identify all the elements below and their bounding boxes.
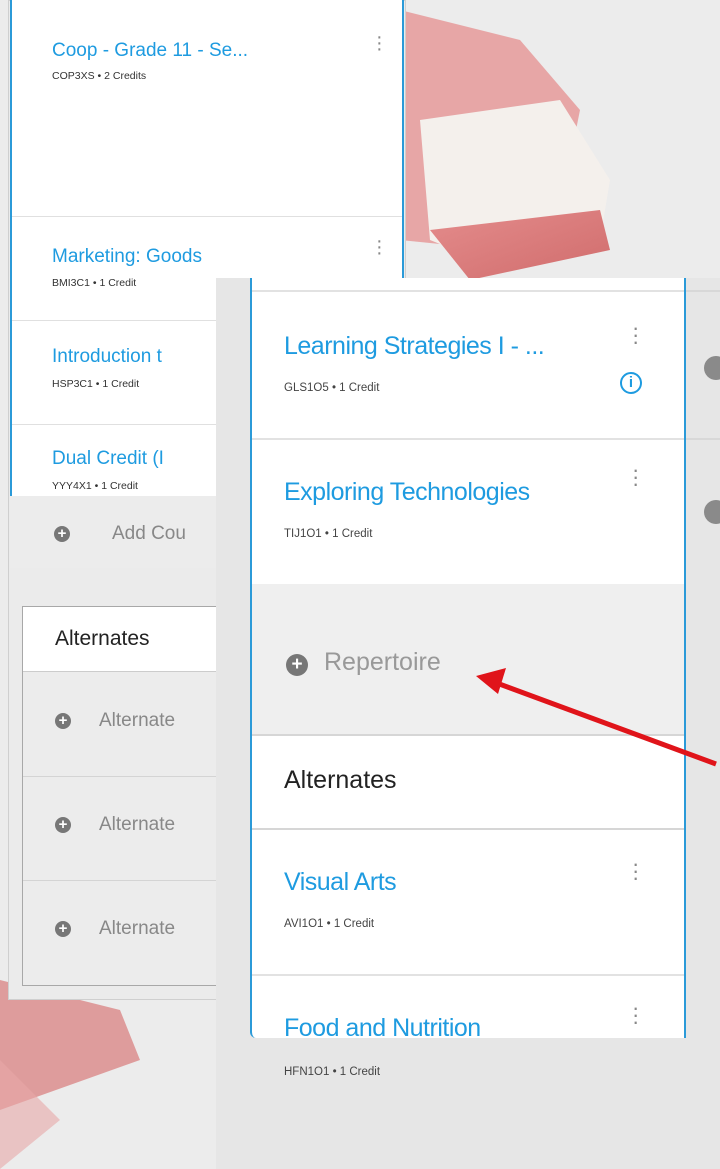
zoomed-screenshot-panel: Learning Strategies I - ... GLS1O5 • 1 C… [216, 278, 720, 1169]
add-course-label: Add Cou [112, 523, 186, 544]
course-card[interactable]: Coop - Grade 11 - Se... COP3XS • 2 Credi… [12, 0, 402, 217]
course-card[interactable]: Learning Strategies I - ... GLS1O5 • 1 C… [252, 292, 684, 440]
course-title[interactable]: Marketing: Goods [52, 246, 202, 268]
kebab-icon[interactable]: · · · [376, 231, 383, 263]
course-title[interactable]: Exploring Technologies [284, 478, 530, 507]
plus-circle-icon: + [55, 713, 71, 729]
course-code: BMI3C1 • 1 Credit [52, 277, 137, 289]
kebab-icon[interactable]: · · · [632, 317, 639, 353]
add-alternate-label: Alternate [99, 814, 176, 835]
divider [682, 438, 720, 440]
add-alternate-label: Alternate [99, 710, 176, 731]
course-code: GLS1O5 • 1 Credit [284, 382, 380, 394]
course-card[interactable]: Exploring Technologies TIJ1O1 • 1 Credit… [252, 438, 684, 586]
add-repertoire-button[interactable]: + Repertoire [252, 584, 684, 736]
course-column: Learning Strategies I - ... GLS1O5 • 1 C… [250, 278, 686, 1079]
add-repertoire-label: Repertoire [324, 648, 441, 676]
plus-circle-icon[interactable] [704, 356, 720, 380]
add-alternate-label: Alternate [99, 918, 176, 939]
course-title[interactable]: Learning Strategies I - ... [284, 332, 545, 361]
course-title[interactable]: Introduction t [52, 346, 162, 368]
alternates-header: Alternates [252, 734, 684, 830]
course-title[interactable]: Dual Credit (I [52, 448, 164, 470]
kebab-icon[interactable]: · · · [632, 459, 639, 495]
alternates-title: Alternates [284, 766, 397, 794]
course-code: HFN1O1 • 1 Credit [284, 1066, 381, 1078]
plus-circle-icon: + [286, 654, 308, 676]
course-title[interactable]: Food and Nutrition [284, 1014, 481, 1043]
plus-circle-icon: + [55, 817, 71, 833]
plus-circle-icon: + [55, 921, 71, 937]
course-code: HSP3C1 • 1 Credit [52, 378, 140, 390]
course-code: TIJ1O1 • 1 Credit [284, 528, 373, 540]
course-title[interactable]: Coop - Grade 11 - Se... [52, 40, 248, 62]
kebab-icon[interactable]: · · · [632, 853, 639, 889]
plus-circle-icon: + [54, 526, 70, 542]
kebab-icon[interactable]: · · · [632, 997, 639, 1033]
course-code: YYY4X1 • 1 Credit [52, 480, 138, 492]
plus-circle-icon[interactable] [704, 500, 720, 524]
kebab-icon[interactable]: · · · [376, 27, 383, 59]
course-code: COP3XS • 2 Credits [52, 70, 147, 82]
course-title[interactable]: Visual Arts [284, 868, 397, 897]
info-icon[interactable]: i [620, 372, 642, 394]
alternates-title: Alternates [55, 627, 150, 650]
course-card-top-edge [252, 278, 684, 292]
divider [682, 290, 720, 292]
alternate-course-card[interactable]: Food and Nutrition HFN1O1 • 1 Credit · · · [252, 976, 684, 1079]
course-code: AVI1O1 • 1 Credit [284, 918, 375, 930]
alternate-course-card[interactable]: Visual Arts AVI1O1 • 1 Credit · · · [252, 830, 684, 976]
